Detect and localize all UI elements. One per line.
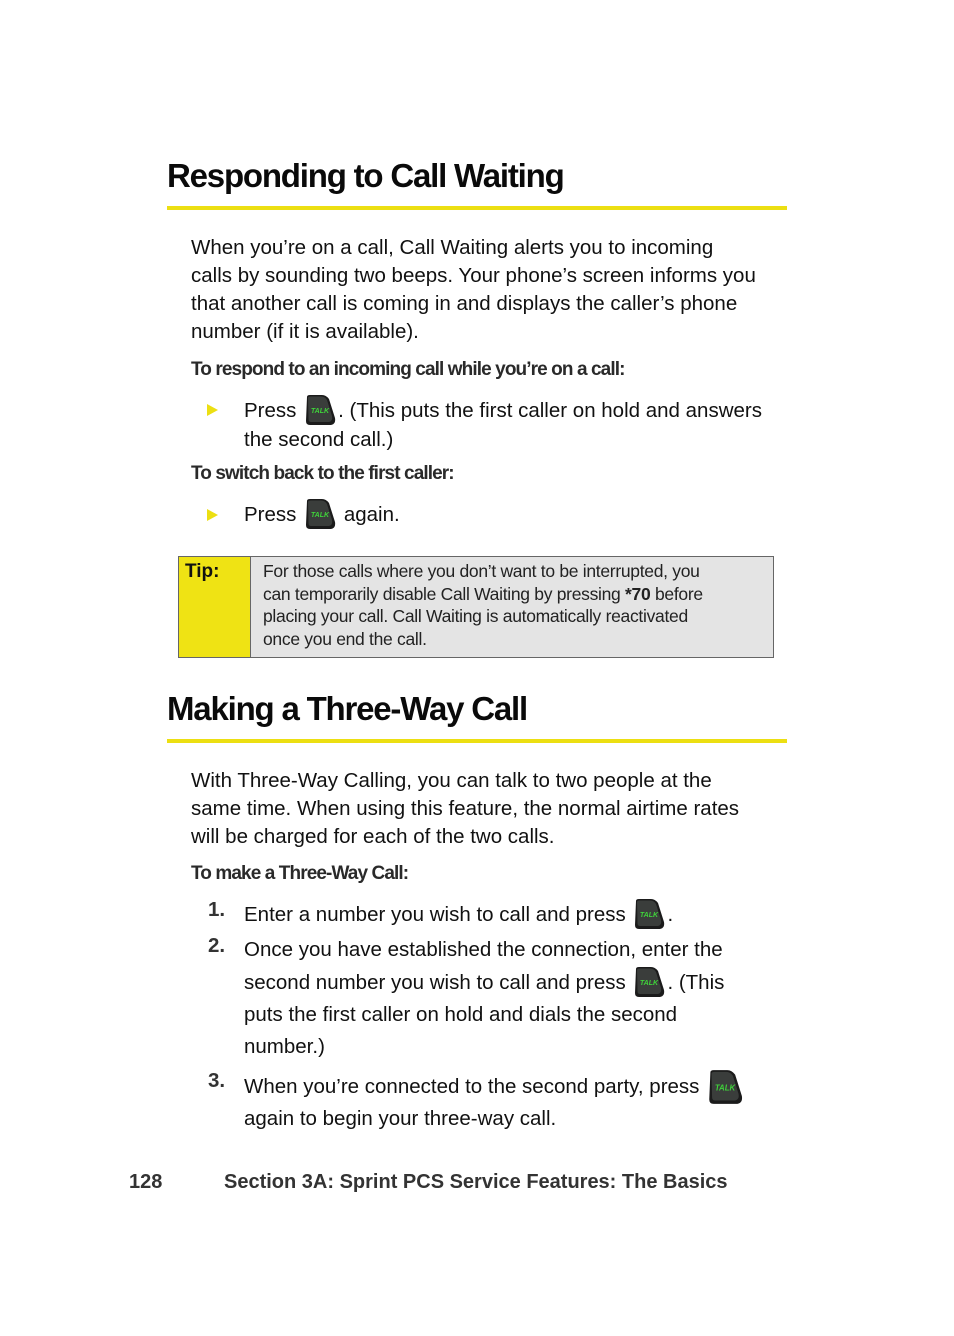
step-3: When you’re connected to the second part… xyxy=(244,1069,804,1133)
tip-label: Tip: xyxy=(179,557,251,657)
tip-box: Tip: For those calls where you don’t wan… xyxy=(178,556,774,658)
bullet-press-talk-again: Press again. xyxy=(244,498,400,530)
step-number: 3. xyxy=(208,1069,226,1092)
tip-line-text: before xyxy=(655,583,703,604)
step-number: 2. xyxy=(208,934,226,957)
talk-key-icon xyxy=(633,898,665,930)
subheading-make-three-way: To make a Three-Way Call: xyxy=(191,863,409,884)
step-text: When you’re connected to the second part… xyxy=(244,1075,700,1098)
subheading-respond: To respond to an incoming call while you… xyxy=(191,359,625,380)
heading-three-way-call: Making a Three-Way Call xyxy=(167,690,528,727)
tip-line: placing your call. Call Waiting is autom… xyxy=(263,606,688,626)
three-way-intro: With Three-Way Calling, you can talk to … xyxy=(191,767,791,851)
page-number: 128 xyxy=(129,1171,163,1193)
talk-key-icon xyxy=(633,966,665,998)
step-text: Once you have established the connection… xyxy=(244,938,723,961)
tip-line-text: can temporarily disable Call Waiting by … xyxy=(263,583,621,604)
tip-line: once you end the call. xyxy=(263,628,427,649)
step-text: puts the first caller on hold and dials … xyxy=(244,1003,678,1026)
subheading-switch-back: To switch back to the first caller: xyxy=(191,463,455,484)
step-number: 1. xyxy=(208,898,226,921)
tip-line: can temporarily disable Call Waiting by … xyxy=(263,583,763,606)
intro-line: calls by sounding two beeps. Your phone’… xyxy=(191,264,756,287)
bullet-text: Press xyxy=(244,399,297,422)
section-footer: Section 3A: Sprint PCS Service Features:… xyxy=(224,1171,728,1193)
tip-code: *70 xyxy=(625,583,651,604)
talk-key-icon xyxy=(304,498,336,530)
step-text: second number you wish to call and press xyxy=(244,971,626,994)
step-text: again to begin your three-way call. xyxy=(244,1107,557,1130)
step-1: Enter a number you wish to call and pres… xyxy=(244,898,673,930)
bullet-arrow-icon xyxy=(207,404,218,416)
heading-underline xyxy=(167,206,787,210)
bullet-press-talk: Press . (This puts the first caller on h… xyxy=(244,394,804,454)
step-text: Enter a number you wish to call and pres… xyxy=(244,903,626,926)
step-text: . xyxy=(667,903,674,926)
intro-line: same time. When using this feature, the … xyxy=(191,797,740,820)
heading-underline xyxy=(167,739,787,743)
talk-key-icon xyxy=(707,1069,743,1105)
intro-line: that another call is coming in and displ… xyxy=(191,292,738,315)
heading-responding-call-waiting: Responding to Call Waiting xyxy=(167,157,565,194)
step-2: Once you have established the connection… xyxy=(244,934,804,1063)
bullet-text: again. xyxy=(343,503,400,526)
bullet-text: the second call.) xyxy=(244,428,394,451)
intro-line: When you’re on a call, Call Waiting aler… xyxy=(191,236,714,259)
intro-line: will be charged for each of the two call… xyxy=(191,825,555,848)
intro-line: number (if it is available). xyxy=(191,320,419,343)
talk-key-icon xyxy=(304,394,336,426)
intro-line: With Three-Way Calling, you can talk to … xyxy=(191,769,712,792)
step-text: . (This xyxy=(667,971,725,994)
step-text: number.) xyxy=(244,1035,325,1058)
tip-text: For those calls where you don’t want to … xyxy=(263,560,763,650)
bullet-text: Press xyxy=(244,503,297,526)
call-waiting-intro: When you’re on a call, Call Waiting aler… xyxy=(191,234,791,346)
tip-line: For those calls where you don’t want to … xyxy=(263,561,700,581)
bullet-arrow-icon xyxy=(207,509,218,521)
bullet-text: . (This puts the first caller on hold an… xyxy=(338,399,762,422)
